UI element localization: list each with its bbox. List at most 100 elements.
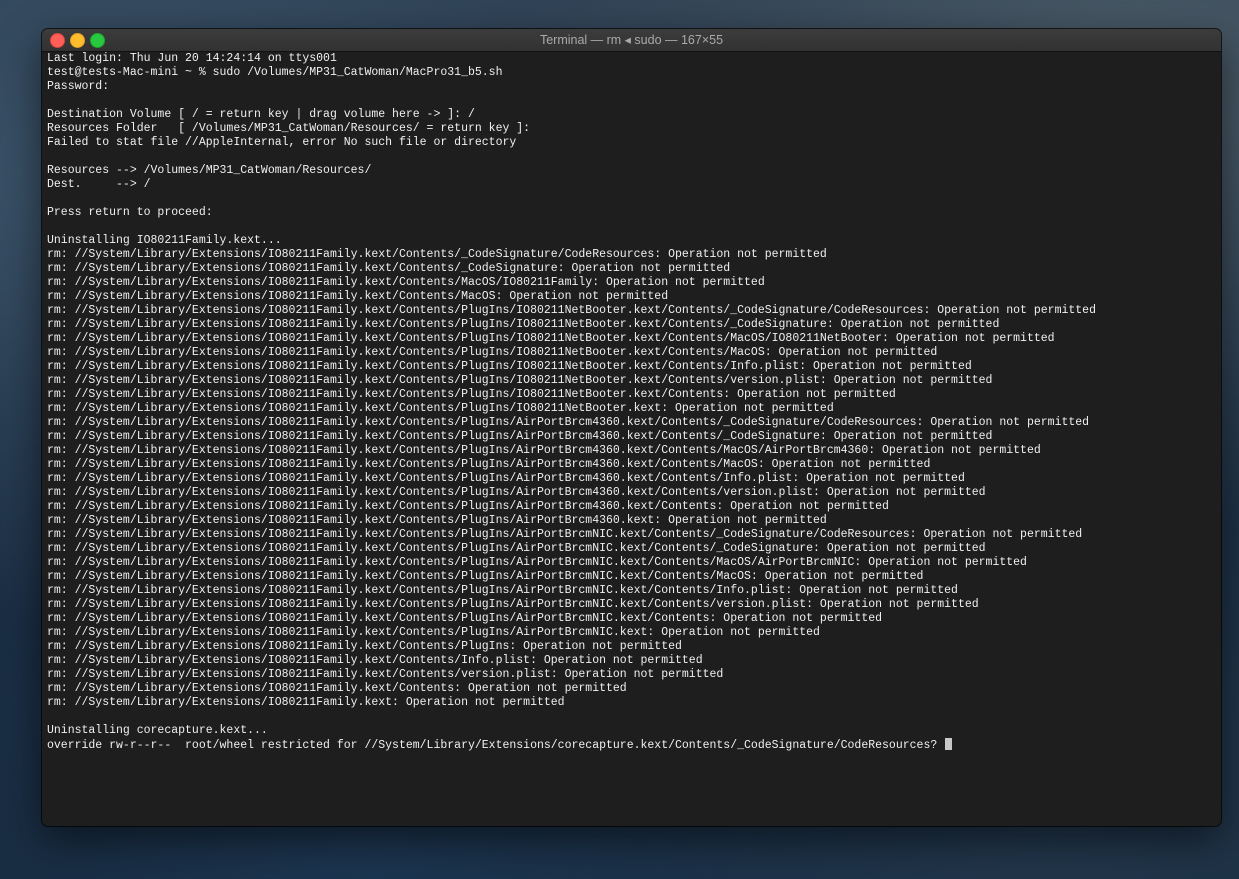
title-bar[interactable]: Terminal — rm ◂ sudo — 167×55: [42, 29, 1221, 52]
window-title: Terminal — rm ◂ sudo — 167×55: [539, 33, 724, 47]
terminal-line-text: rm: //System/Library/Extensions/IO80211F…: [47, 528, 1083, 541]
terminal-line: rm: //System/Library/Extensions/IO80211F…: [47, 318, 1209, 332]
terminal-line-text: rm: //System/Library/Extensions/IO80211F…: [47, 416, 1090, 429]
terminal-line: rm: //System/Library/Extensions/IO80211F…: [47, 626, 1209, 640]
terminal-line: Resources --> /Volumes/MP31_CatWoman/Res…: [47, 164, 1209, 178]
terminal-line: rm: //System/Library/Extensions/IO80211F…: [47, 570, 1209, 584]
terminal-line: Press return to proceed:: [47, 206, 1209, 220]
terminal-line-text: rm: //System/Library/Extensions/IO80211F…: [47, 472, 965, 485]
terminal-line: rm: //System/Library/Extensions/IO80211F…: [47, 682, 1209, 696]
terminal-line-text: rm: //System/Library/Extensions/IO80211F…: [47, 318, 1000, 331]
terminal-line: rm: //System/Library/Extensions/IO80211F…: [47, 416, 1209, 430]
terminal-line-text: rm: //System/Library/Extensions/IO80211F…: [47, 598, 979, 611]
terminal-line: Dest. --> /: [47, 178, 1209, 192]
terminal-line: Password:: [47, 80, 1209, 94]
text-cursor: [945, 738, 953, 750]
terminal-line: rm: //System/Library/Extensions/IO80211F…: [47, 374, 1209, 388]
terminal-line: rm: //System/Library/Extensions/IO80211F…: [47, 248, 1209, 262]
terminal-line: Uninstalling IO80211Family.kext...: [47, 234, 1209, 248]
terminal-line: Last login: Thu Jun 20 14:24:14 on ttys0…: [47, 52, 1209, 66]
terminal-line: Uninstalling corecapture.kext...: [47, 724, 1209, 738]
terminal-line-text: rm: //System/Library/Extensions/IO80211F…: [47, 458, 931, 471]
terminal-line-text: rm: //System/Library/Extensions/IO80211F…: [47, 430, 993, 443]
terminal-line-text: rm: //System/Library/Extensions/IO80211F…: [47, 486, 986, 499]
terminal-line-text: rm: //System/Library/Extensions/IO80211F…: [47, 514, 827, 527]
terminal-line-text: Resources Folder [ /Volumes/MP31_CatWoma…: [47, 122, 531, 135]
terminal-line-text: rm: //System/Library/Extensions/IO80211F…: [47, 402, 834, 415]
terminal-line-text: Press return to proceed:: [47, 206, 213, 219]
terminal-line: rm: //System/Library/Extensions/IO80211F…: [47, 472, 1209, 486]
terminal-line: rm: //System/Library/Extensions/IO80211F…: [47, 514, 1209, 528]
terminal-line-text: Password:: [47, 80, 110, 93]
terminal-line-text: rm: //System/Library/Extensions/IO80211F…: [47, 290, 669, 303]
terminal-line-text: Failed to stat file //AppleInternal, err…: [47, 136, 517, 149]
terminal-line: rm: //System/Library/Extensions/IO80211F…: [47, 500, 1209, 514]
terminal-line: rm: //System/Library/Extensions/IO80211F…: [47, 276, 1209, 290]
terminal-line-text: rm: //System/Library/Extensions/IO80211F…: [47, 262, 731, 275]
terminal-line: rm: //System/Library/Extensions/IO80211F…: [47, 696, 1209, 710]
terminal-output[interactable]: Last login: Thu Jun 20 14:24:14 on ttys0…: [47, 52, 1209, 752]
terminal-line: rm: //System/Library/Extensions/IO80211F…: [47, 360, 1209, 374]
terminal-line: rm: //System/Library/Extensions/IO80211F…: [47, 528, 1209, 542]
terminal-line-text: override rw-r--r-- root/wheel restricted…: [47, 739, 945, 752]
terminal-line-text: rm: //System/Library/Extensions/IO80211F…: [47, 332, 1055, 345]
terminal-line: rm: //System/Library/Extensions/IO80211F…: [47, 598, 1209, 612]
terminal-line-text: rm: //System/Library/Extensions/IO80211F…: [47, 570, 924, 583]
terminal-prompt-line: override rw-r--r-- root/wheel restricted…: [47, 738, 1209, 752]
terminal-line-text: rm: //System/Library/Extensions/IO80211F…: [47, 500, 889, 513]
terminal-line-text: Resources --> /Volumes/MP31_CatWoman/Res…: [47, 164, 372, 177]
terminal-line-text: rm: //System/Library/Extensions/IO80211F…: [47, 346, 938, 359]
terminal-line-text: Uninstalling IO80211Family.kext...: [47, 234, 282, 247]
terminal-line: rm: //System/Library/Extensions/IO80211F…: [47, 430, 1209, 444]
terminal-line: rm: //System/Library/Extensions/IO80211F…: [47, 402, 1209, 416]
terminal-line: rm: //System/Library/Extensions/IO80211F…: [47, 556, 1209, 570]
terminal-line: rm: //System/Library/Extensions/IO80211F…: [47, 542, 1209, 556]
terminal-line-text: rm: //System/Library/Extensions/IO80211F…: [47, 626, 820, 639]
terminal-line-text: rm: //System/Library/Extensions/IO80211F…: [47, 248, 827, 261]
terminal-line: rm: //System/Library/Extensions/IO80211F…: [47, 584, 1209, 598]
terminal-line-text: rm: //System/Library/Extensions/IO80211F…: [47, 542, 986, 555]
terminal-line: Destination Volume [ / = return key | dr…: [47, 108, 1209, 122]
terminal-line: rm: //System/Library/Extensions/IO80211F…: [47, 388, 1209, 402]
terminal-line: rm: //System/Library/Extensions/IO80211F…: [47, 458, 1209, 472]
terminal-line-text: Last login: Thu Jun 20 14:24:14 on ttys0…: [47, 52, 337, 65]
terminal-line: Failed to stat file //AppleInternal, err…: [47, 136, 1209, 150]
terminal-line-text: rm: //System/Library/Extensions/IO80211F…: [47, 682, 627, 695]
terminal-line-text: Destination Volume [ / = return key | dr…: [47, 108, 475, 121]
terminal-line-text: rm: //System/Library/Extensions/IO80211F…: [47, 640, 682, 653]
terminal-line: rm: //System/Library/Extensions/IO80211F…: [47, 668, 1209, 682]
terminal-line: rm: //System/Library/Extensions/IO80211F…: [47, 290, 1209, 304]
terminal-line-text: test@tests-Mac-mini ~ % sudo /Volumes/MP…: [47, 66, 503, 79]
terminal-line-text: rm: //System/Library/Extensions/IO80211F…: [47, 374, 993, 387]
terminal-line-text: rm: //System/Library/Extensions/IO80211F…: [47, 556, 1027, 569]
terminal-line-text: rm: //System/Library/Extensions/IO80211F…: [47, 360, 972, 373]
terminal-line: rm: //System/Library/Extensions/IO80211F…: [47, 262, 1209, 276]
terminal-line-text: rm: //System/Library/Extensions/IO80211F…: [47, 444, 1041, 457]
terminal-line-text: rm: //System/Library/Extensions/IO80211F…: [47, 668, 724, 681]
terminal-line-text: rm: //System/Library/Extensions/IO80211F…: [47, 612, 883, 625]
terminal-line-text: rm: //System/Library/Extensions/IO80211F…: [47, 276, 765, 289]
terminal-line: Resources Folder [ /Volumes/MP31_CatWoma…: [47, 122, 1209, 136]
terminal-line: rm: //System/Library/Extensions/IO80211F…: [47, 486, 1209, 500]
terminal-line: rm: //System/Library/Extensions/IO80211F…: [47, 346, 1209, 360]
terminal-line-text: rm: //System/Library/Extensions/IO80211F…: [47, 388, 896, 401]
terminal-line: rm: //System/Library/Extensions/IO80211F…: [47, 332, 1209, 346]
terminal-line-text: Uninstalling corecapture.kext...: [47, 724, 268, 737]
terminal-line: rm: //System/Library/Extensions/IO80211F…: [47, 640, 1209, 654]
terminal-line-text: Dest. --> /: [47, 178, 151, 191]
terminal-line: rm: //System/Library/Extensions/IO80211F…: [47, 612, 1209, 626]
terminal-line-text: rm: //System/Library/Extensions/IO80211F…: [47, 584, 958, 597]
terminal-line: test@tests-Mac-mini ~ % sudo /Volumes/MP…: [47, 66, 1209, 80]
terminal-line-text: rm: //System/Library/Extensions/IO80211F…: [47, 304, 1096, 317]
terminal-window[interactable]: Terminal — rm ◂ sudo — 167×55 Last login…: [42, 29, 1221, 826]
terminal-line: rm: //System/Library/Extensions/IO80211F…: [47, 304, 1209, 318]
terminal-line: rm: //System/Library/Extensions/IO80211F…: [47, 654, 1209, 668]
terminal-line-text: rm: //System/Library/Extensions/IO80211F…: [47, 696, 565, 709]
terminal-line-text: rm: //System/Library/Extensions/IO80211F…: [47, 654, 703, 667]
terminal-line: rm: //System/Library/Extensions/IO80211F…: [47, 444, 1209, 458]
